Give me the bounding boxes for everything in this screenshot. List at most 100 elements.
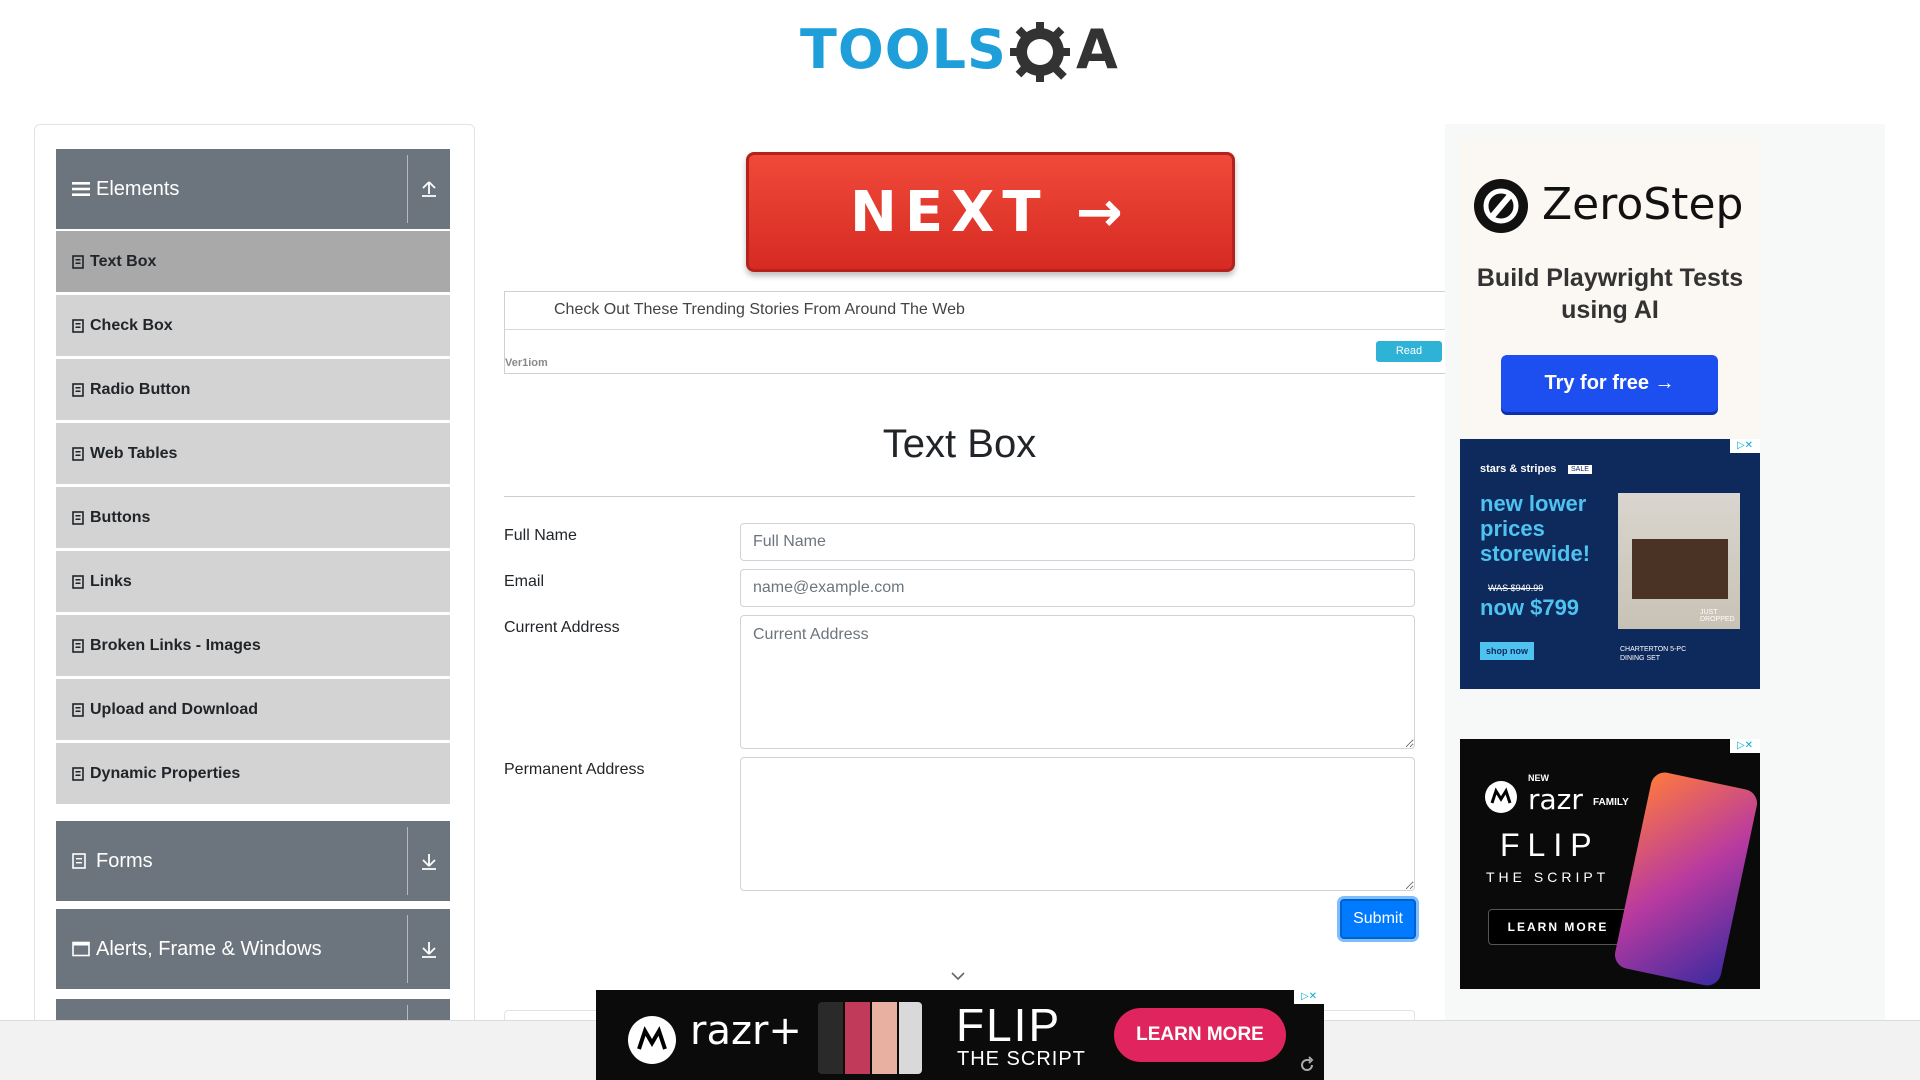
menu-item-upload-download[interactable]: Upload and Download (56, 679, 450, 740)
logo-text: TOOLS (800, 18, 1007, 81)
email-input[interactable] (740, 569, 1415, 607)
permanent-address-textarea[interactable] (740, 757, 1415, 891)
family-label: FAMILY (1593, 797, 1629, 808)
menu-item-links[interactable]: Links (56, 551, 450, 612)
current-address-label: Current Address (504, 619, 620, 636)
left-sidebar: Elements Text Box Check Box Radio Button… (34, 124, 475, 1024)
submit-button[interactable]: Submit (1340, 899, 1416, 939)
dining-table-shape (1632, 539, 1728, 599)
title-divider (504, 496, 1415, 497)
motorola-logo-icon (628, 1016, 676, 1064)
learn-more-button[interactable]: LEARN MORE (1114, 1008, 1286, 1062)
group-title: Forms (96, 849, 153, 872)
menu-item-label: Check Box (90, 316, 173, 334)
current-address-textarea[interactable] (740, 615, 1415, 749)
menu-item-label: Dynamic Properties (90, 764, 241, 782)
menu-item-label: Buttons (90, 508, 151, 526)
razr-side-ad[interactable]: NEW razr FAMILY FLIP THE SCRIPT LEARN MO… (1460, 739, 1760, 989)
menu-item-check-box[interactable]: Check Box (56, 295, 450, 356)
was-price: WAS $949.99 (1488, 583, 1544, 593)
group-title: Alerts, Frame & Windows (96, 937, 322, 960)
group-header-alerts[interactable]: Alerts, Frame & Windows (56, 909, 450, 989)
item-icon (72, 766, 84, 781)
phone-image (1612, 769, 1760, 989)
menu-item-label: Text Box (90, 252, 157, 270)
razr-plus-brand: razr+ (690, 1008, 802, 1054)
item-icon (72, 318, 84, 333)
motorola-logo-icon (1485, 781, 1517, 813)
adchoices-icon[interactable]: ▷✕ (1730, 739, 1760, 753)
shop-now-button[interactable]: shop now (1480, 642, 1534, 660)
stars-headline: new lower prices storewide! (1480, 491, 1591, 566)
stars-stripes-ad[interactable]: stars & stripes SALE new lower prices st… (1460, 439, 1760, 689)
product-caption: CHARTERTON 5-PC DINING SET (1620, 646, 1687, 662)
chevron-down-icon[interactable] (950, 970, 966, 982)
divider (407, 827, 408, 895)
email-label: Email (504, 573, 545, 590)
group-header-forms[interactable]: Forms (56, 821, 450, 901)
zerostep-brand: ZeroStep (1542, 179, 1744, 230)
next-banner-button[interactable]: NEXT → (746, 152, 1235, 272)
script-subhead: THE SCRIPT (957, 1048, 1086, 1070)
stars-brand: stars & stripes (1480, 463, 1557, 475)
item-icon (72, 638, 84, 653)
group-title: Elements (96, 177, 180, 200)
document-icon (72, 853, 94, 869)
item-icon (72, 254, 84, 269)
zerostep-ad[interactable]: ZeroStep Build Playwright Tests using AI… (1460, 137, 1760, 437)
zerostep-logo-icon (1474, 179, 1528, 233)
arrow-up-icon[interactable] (418, 177, 440, 201)
toolsqa-logo[interactable]: TOOLS A (800, 14, 1124, 94)
item-icon (72, 382, 84, 397)
trending-brand: Ver1iom (505, 357, 548, 369)
menu-item-radio-button[interactable]: Radio Button (56, 359, 450, 420)
item-icon (72, 510, 84, 525)
adchoices-icon[interactable]: ▷✕ (1294, 990, 1324, 1004)
trending-text[interactable]: Check Out These Trending Stories From Ar… (554, 301, 965, 319)
learn-more-button[interactable]: LEARN MORE (1488, 909, 1628, 945)
group-header-elements[interactable]: Elements (56, 149, 450, 229)
flip-headline: FLIP (956, 999, 1062, 1051)
item-icon (72, 446, 84, 461)
refresh-icon[interactable] (1298, 1056, 1316, 1074)
script-subhead: THE SCRIPT (1486, 869, 1610, 885)
razr-brand: razr (1528, 783, 1583, 816)
full-name-input[interactable] (740, 523, 1415, 561)
divider (407, 155, 408, 223)
read-button[interactable]: Read (1376, 341, 1442, 362)
phones-image (818, 1002, 922, 1074)
arrow-down-icon[interactable] (418, 849, 440, 873)
now-price: now $799 (1480, 595, 1580, 620)
permanent-address-label: Permanent Address (504, 761, 645, 778)
window-icon (72, 941, 94, 957)
just-dropped-flag: JUST DROPPED (1700, 609, 1735, 623)
hamburger-icon (72, 181, 94, 197)
menu-item-web-tables[interactable]: Web Tables (56, 423, 450, 484)
divider (407, 915, 408, 983)
razr-bottom-ad[interactable]: razr+ FLIP THE SCRIPT LEARN MORE ▷✕ (596, 990, 1324, 1080)
adchoices-icon[interactable]: ▷✕ (1730, 439, 1760, 453)
flip-headline: FLIP (1500, 827, 1600, 863)
menu-item-dynamic-properties[interactable]: Dynamic Properties (56, 743, 450, 804)
try-for-free-button[interactable]: Try for free → (1501, 355, 1718, 412)
item-icon (72, 702, 84, 717)
menu-item-label: Broken Links - Images (90, 636, 261, 654)
item-icon (72, 574, 84, 589)
menu-item-label: Radio Button (90, 380, 191, 398)
menu-item-label: Web Tables (90, 444, 178, 462)
new-label: NEW (1528, 773, 1549, 783)
arrow-down-icon[interactable] (418, 937, 440, 961)
zerostep-tagline: Build Playwright Tests using AI (1476, 264, 1744, 324)
full-name-label: Full Name (504, 527, 577, 544)
trending-stories-widget[interactable]: Check Out These Trending Stories From Ar… (504, 291, 1447, 374)
menu-item-broken-links[interactable]: Broken Links - Images (56, 615, 450, 676)
divider (505, 329, 1446, 330)
menu-item-label: Links (90, 572, 132, 590)
page-title: Text Box (882, 422, 1037, 466)
sale-badge: SALE (1568, 465, 1592, 474)
logo-suffix: A (1076, 18, 1118, 81)
menu-item-label: Upload and Download (90, 700, 258, 718)
gear-magnifier-icon (1010, 22, 1070, 82)
menu-item-buttons[interactable]: Buttons (56, 487, 450, 548)
menu-item-text-box[interactable]: Text Box (56, 231, 450, 292)
